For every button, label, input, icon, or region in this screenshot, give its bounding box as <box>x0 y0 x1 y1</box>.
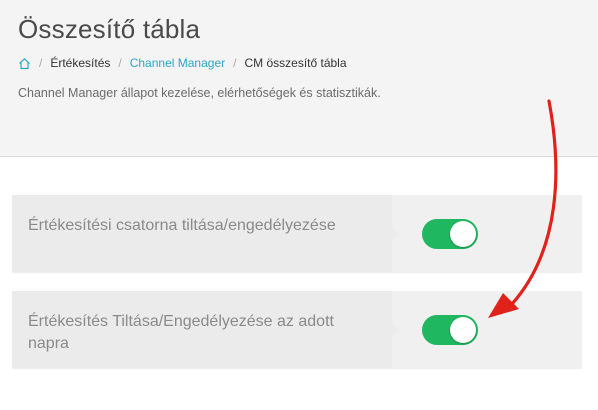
day-sales-toggle[interactable] <box>422 315 478 345</box>
breadcrumb-separator: / <box>233 56 237 70</box>
breadcrumb-separator: / <box>39 56 43 70</box>
channel-enable-toggle[interactable] <box>422 219 478 249</box>
setting-panel-channel: Értékesítési csatorna tiltása/engedélyez… <box>12 195 582 272</box>
breadcrumb: / Értékesítés / Channel Manager / CM öss… <box>18 56 347 70</box>
breadcrumb-item-channel-manager[interactable]: Channel Manager <box>130 56 225 70</box>
setting-label-area: Értékesítés Tiltása/Engedélyezése az ado… <box>12 291 392 368</box>
home-icon[interactable] <box>18 57 31 70</box>
setting-label: Értékesítés Tiltása/Engedélyezése az ado… <box>28 313 334 352</box>
toggle-knob <box>450 317 476 343</box>
page-subtitle: Channel Manager állapot kezelése, elérhe… <box>18 86 381 100</box>
setting-label-area: Értékesítési csatorna tiltása/engedélyez… <box>12 195 392 272</box>
page-header: Összesítő tábla / Értékesítés / Channel … <box>0 0 598 157</box>
breadcrumb-item-current: CM összesítő tábla <box>244 56 347 70</box>
breadcrumb-item-ertekesites[interactable]: Értékesítés <box>50 56 110 70</box>
toggle-knob <box>450 221 476 247</box>
setting-panel-day: Értékesítés Tiltása/Engedélyezése az ado… <box>12 291 582 368</box>
page: Összesítő tábla / Értékesítés / Channel … <box>0 0 598 410</box>
panel-notch <box>392 322 399 337</box>
panel-notch <box>392 226 399 241</box>
breadcrumb-separator: / <box>118 56 122 70</box>
page-title: Összesítő tábla <box>18 14 201 44</box>
setting-label: Értékesítési csatorna tiltása/engedélyez… <box>28 217 336 234</box>
